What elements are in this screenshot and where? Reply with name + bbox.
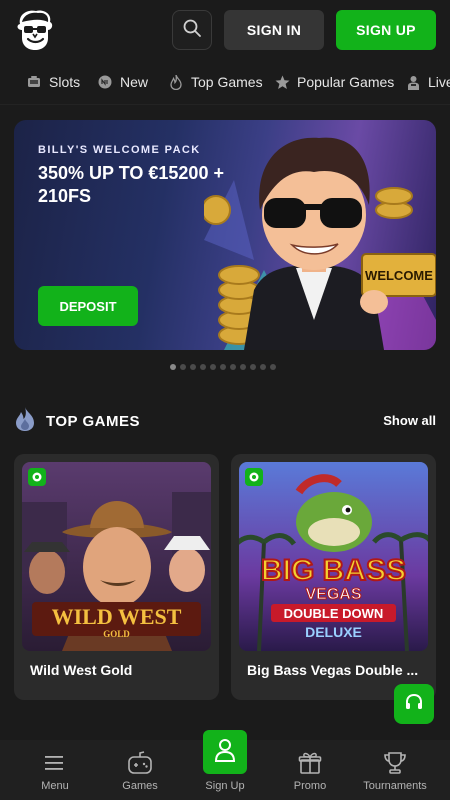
- pagination-dot[interactable]: [180, 364, 186, 370]
- welcome-sign-text: WELCOME: [365, 268, 433, 283]
- game-logo-subtitle: VEGAS: [305, 586, 361, 603]
- top-games-header: TOP GAMES Show all: [14, 406, 436, 436]
- pagination-dot[interactable]: [270, 364, 276, 370]
- pagination-dot[interactable]: [230, 364, 236, 370]
- category-live[interactable]: Live: [405, 62, 450, 102]
- bottom-nav-label: Games: [122, 780, 158, 792]
- show-all-link[interactable]: Show all: [383, 413, 436, 428]
- bottom-nav: Menu Games Sign Up Promo Tournaments: [0, 730, 450, 800]
- flame-icon: [168, 74, 184, 90]
- bottom-nav-label: Tournaments: [363, 780, 427, 792]
- bottom-nav-games[interactable]: Games: [100, 740, 180, 800]
- game-thumbnail[interactable]: BIG BASS VEGAS DOUBLE DOWN DELUXE: [239, 462, 428, 651]
- category-nav: Slots New Top Games Popular Games Live: [0, 62, 450, 102]
- game-logo-title: BIG BASS: [261, 554, 406, 587]
- gamepad-icon: [127, 750, 153, 776]
- category-label: Top Games: [191, 74, 263, 90]
- user-icon: [214, 738, 236, 767]
- game-card-wild-west-gold[interactable]: WILD WEST GOLD Wild West Gold: [14, 454, 219, 700]
- welcome-banner[interactable]: WELCOME BILLY'S WELCOME PACK 350% UP TO …: [14, 120, 436, 350]
- category-label: Slots: [49, 74, 81, 90]
- banner-pagination: [170, 364, 276, 370]
- pagination-dot[interactable]: [170, 364, 176, 370]
- star-icon: [274, 74, 290, 90]
- slot-machine-icon: [26, 74, 42, 90]
- pagination-dot[interactable]: [200, 364, 206, 370]
- game-logo-line4: DELUXE: [305, 624, 362, 640]
- bottom-nav-promo[interactable]: Promo: [270, 740, 350, 800]
- category-label: New: [120, 74, 149, 90]
- category-popular-games[interactable]: Popular Games: [274, 62, 394, 102]
- nav-divider: [0, 104, 450, 105]
- game-card-big-bass-vegas[interactable]: BIG BASS VEGAS DOUBLE DOWN DELUXE Big Ba…: [231, 454, 436, 700]
- pagination-dot[interactable]: [210, 364, 216, 370]
- pagination-dot[interactable]: [240, 364, 246, 370]
- category-slots[interactable]: Slots: [26, 62, 80, 102]
- category-new[interactable]: New: [97, 62, 148, 102]
- game-thumbnail[interactable]: WILD WEST GOLD: [22, 462, 211, 651]
- search-icon: [182, 18, 202, 43]
- game-logo-title: WILD WEST: [52, 604, 182, 629]
- pagination-dot[interactable]: [190, 364, 196, 370]
- sign-up-nav-button[interactable]: [203, 730, 247, 774]
- game-title[interactable]: Big Bass Vegas Double ...: [247, 662, 422, 678]
- banner-title: 350% UP TO €15200 + 210FS: [38, 163, 224, 206]
- bottom-nav-label: Sign Up: [205, 780, 245, 792]
- trophy-icon: [382, 750, 408, 776]
- game-title[interactable]: Wild West Gold: [30, 662, 205, 678]
- provider-badge-icon: [28, 468, 46, 486]
- pagination-dot[interactable]: [220, 364, 226, 370]
- support-chat-button[interactable]: [394, 684, 434, 724]
- banner-mascot-illustration: WELCOME: [201, 120, 436, 350]
- gift-icon: [297, 750, 323, 776]
- dealer-icon: [405, 74, 421, 90]
- deposit-button[interactable]: DEPOSIT: [38, 286, 138, 326]
- game-logo-subtitle: GOLD: [103, 629, 130, 639]
- app-root: SIGN IN SIGN UP Slots New Top Games Popu…: [0, 0, 450, 800]
- category-top-games[interactable]: Top Games: [168, 62, 263, 102]
- pagination-dot[interactable]: [250, 364, 256, 370]
- game-logo-line3: DOUBLE DOWN: [284, 606, 384, 621]
- bottom-nav-menu[interactable]: Menu: [15, 740, 95, 800]
- category-label: Popular Games: [297, 74, 395, 90]
- bottom-nav-label: Menu: [41, 780, 69, 792]
- bottom-nav-tournaments[interactable]: Tournaments: [355, 740, 435, 800]
- sign-up-button[interactable]: SIGN UP: [336, 10, 436, 50]
- bottom-nav-label: Promo: [293, 780, 327, 792]
- sign-in-button[interactable]: SIGN IN: [224, 10, 324, 50]
- new-badge-icon: [97, 74, 113, 90]
- banner-kicker: BILLY'S WELCOME PACK: [38, 144, 201, 156]
- billy-logo-icon[interactable]: [14, 8, 56, 52]
- header: SIGN IN SIGN UP: [0, 0, 450, 60]
- search-button[interactable]: [172, 10, 212, 50]
- pagination-dot[interactable]: [260, 364, 266, 370]
- flame-icon: [14, 406, 36, 437]
- provider-badge-icon: [245, 468, 263, 486]
- headset-icon: [404, 692, 424, 717]
- section-title: TOP GAMES: [46, 412, 140, 430]
- category-label: Live: [428, 74, 450, 90]
- hamburger-menu-icon: [42, 750, 68, 776]
